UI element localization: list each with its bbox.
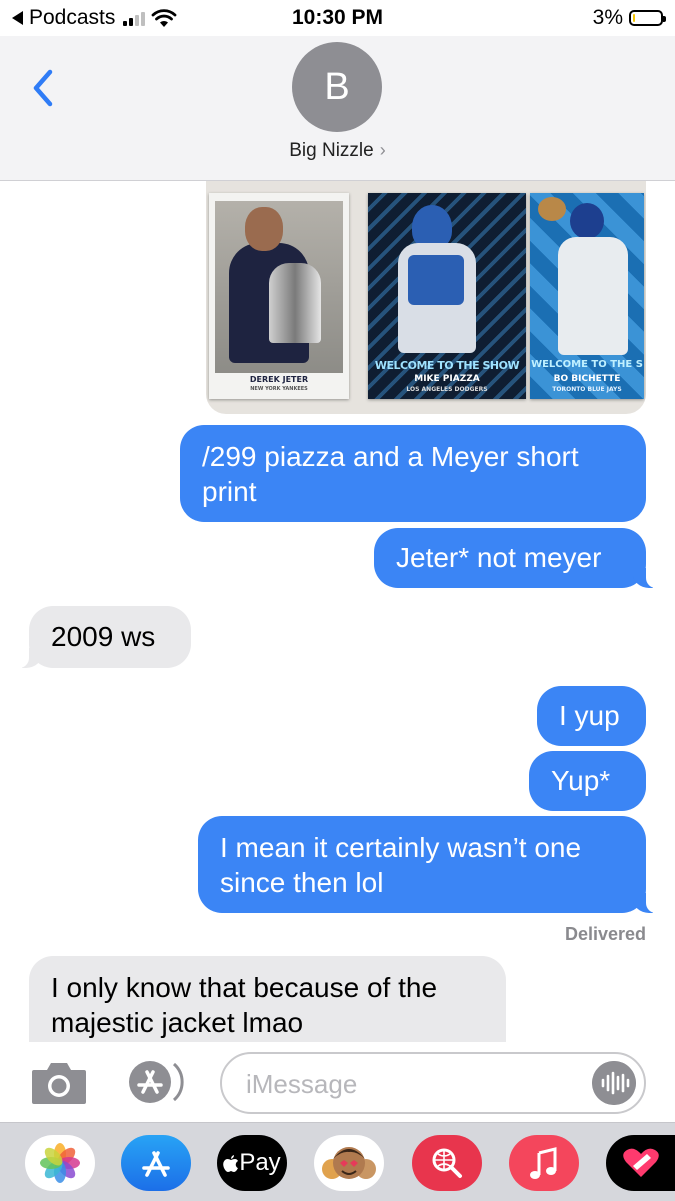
message-bubble-outgoing[interactable]: Jeter* not meyer: [374, 528, 666, 588]
app-drawer: Pay: [0, 1122, 675, 1201]
web-search-icon[interactable]: [412, 1135, 482, 1191]
photo-attachment[interactable]: DEREK JETER NEW YORK YANKEES WELCOME TO …: [206, 181, 646, 414]
status-bar: Podcasts 10:30 PM 3%: [0, 0, 675, 36]
baseball-card-jeter: DEREK JETER NEW YORK YANKEES: [209, 193, 349, 399]
message-bubble-outgoing[interactable]: Yup*: [529, 751, 646, 811]
card-jeter-player: DEREK JETER: [249, 375, 309, 384]
app-store-icon[interactable]: [121, 1135, 191, 1191]
imessage-input[interactable]: [244, 1066, 578, 1102]
contact-name: Big Nizzle: [289, 140, 374, 161]
message-text: Yup*: [551, 765, 611, 796]
memoji-icon[interactable]: [314, 1135, 384, 1191]
imessage-field[interactable]: [220, 1052, 646, 1114]
message-text: 2009 ws: [51, 621, 156, 652]
camera-icon[interactable]: [30, 1060, 88, 1106]
battery-percent: 3%: [592, 6, 623, 29]
contact-avatar[interactable]: B: [292, 42, 382, 132]
card-piazza-banner: WELCOME TO THE SHOW: [374, 359, 520, 372]
photos-icon[interactable]: [25, 1135, 95, 1191]
battery-icon: [629, 10, 666, 26]
contact-name-button[interactable]: Big Nizzle ›: [0, 140, 675, 162]
delivered-status: Delivered: [564, 924, 646, 944]
apple-logo-icon: [223, 1155, 239, 1172]
card-jeter-team: NEW YORK YANKEES: [250, 386, 308, 392]
avatar-initial: B: [324, 65, 350, 108]
digital-touch-icon[interactable]: [606, 1135, 675, 1191]
message-bubble-incoming[interactable]: 2009 ws: [9, 606, 191, 668]
card-piazza-player: MIKE PIAZZA: [414, 374, 480, 384]
clock: 10:30 PM: [291, 6, 384, 29]
apple-pay-label: Pay: [239, 1149, 281, 1176]
app-store-apps-icon[interactable]: [124, 1058, 190, 1106]
battery-indicator: 3%: [592, 6, 666, 30]
message-text: Jeter* not meyer: [396, 542, 602, 573]
apple-pay-icon[interactable]: Pay: [217, 1135, 287, 1191]
card-bichette-player: BO BICHETTE: [553, 374, 621, 384]
music-icon[interactable]: [509, 1135, 579, 1191]
message-text: I mean it certainly wasn’t one since the…: [220, 832, 582, 898]
back-chevron-icon[interactable]: [28, 66, 58, 110]
message-bubble-outgoing[interactable]: I mean it certainly wasn’t one since the…: [198, 816, 666, 913]
message-text: /299 piazza and a Meyer short print: [202, 441, 579, 507]
baseball-card-bichette: WELCOME TO THE S BO BICHETTE TORONTO BLU…: [530, 193, 644, 399]
message-bubble-outgoing[interactable]: /299 piazza and a Meyer short print: [180, 425, 646, 522]
message-bubble-outgoing[interactable]: I yup: [537, 686, 646, 746]
card-bichette-banner: WELCOME TO THE S: [531, 359, 643, 370]
conversation-header: B Big Nizzle ›: [0, 36, 675, 181]
card-bichette-team: TORONTO BLUE JAYS: [552, 386, 622, 393]
message-text: I yup: [559, 700, 620, 731]
chevron-right-icon: ›: [379, 140, 386, 160]
baseball-card-piazza: WELCOME TO THE SHOW MIKE PIAZZA LOS ANGE…: [368, 193, 526, 399]
message-bubble-incoming[interactable]: I only know that because of the majestic…: [29, 956, 506, 1053]
message-text: I only know that because of the majestic…: [51, 972, 438, 1038]
audio-waveform-icon[interactable]: [592, 1061, 636, 1105]
card-piazza-team: LOS ANGELES DODGERS: [406, 386, 488, 393]
message-input-bar: [0, 1042, 675, 1122]
